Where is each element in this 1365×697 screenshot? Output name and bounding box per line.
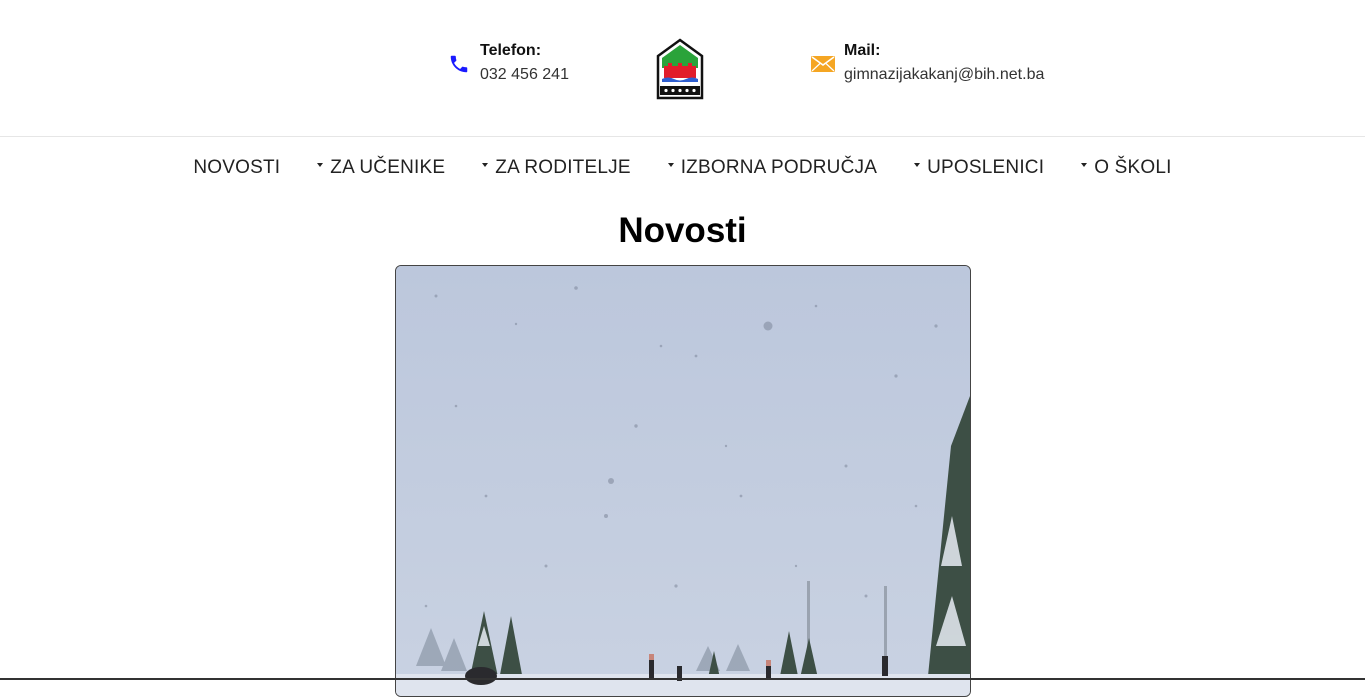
nav-item-label: ZA RODITELJE [495, 157, 631, 178]
caret-down-icon [914, 163, 921, 167]
caret-down-icon [1081, 163, 1088, 167]
nav-item-za-ucenike[interactable]: ZA UČENIKE [317, 157, 445, 179]
caret-down-icon [317, 163, 324, 167]
nav-item-novosti[interactable]: NOVOSTI [193, 157, 280, 179]
phone-value[interactable]: 032 456 241 [480, 65, 569, 85]
mail-value[interactable]: gimnazijakakanj@bih.net.ba [844, 65, 1044, 85]
main-navigation: NOVOSTI ZA UČENIKE ZA RODITELJE IZBORNA … [0, 137, 1365, 199]
phone-icon [446, 51, 472, 77]
page-title: Novosti [618, 211, 747, 250]
phone-label: Telefon: [480, 42, 542, 59]
phone-contact: Telefon: 032 456 241 [446, 42, 569, 85]
nav-item-za-roditelje[interactable]: ZA RODITELJE [482, 157, 631, 179]
nav-item-o-skoli[interactable]: O ŠKOLI [1081, 157, 1171, 179]
nav-item-label: O ŠKOLI [1094, 157, 1172, 178]
nav-item-label: IZBORNA PODRUČJA [680, 157, 878, 178]
mail-label: Mail: [844, 42, 881, 59]
news-card-image[interactable] [395, 265, 971, 697]
snowy-photo [396, 266, 970, 696]
nav-item-label: ZA UČENIKE [330, 157, 446, 178]
nav-item-label: UPOSLENICI [927, 157, 1045, 178]
nav-item-label: NOVOSTI [193, 157, 281, 178]
caret-down-icon [667, 163, 674, 167]
top-header: Telefon: 032 456 241 Mail: gimnazijakaka… [0, 0, 1365, 137]
nav-item-uposlenici[interactable]: UPOSLENICI [914, 157, 1044, 179]
school-crest-logo[interactable] [655, 38, 705, 100]
nav-item-izborna-podrucja[interactable]: IZBORNA PODRUČJA [667, 157, 878, 179]
caret-down-icon [482, 163, 489, 167]
envelope-icon [810, 51, 836, 77]
mail-contact: Mail: gimnazijakakanj@bih.net.ba [810, 42, 1044, 85]
